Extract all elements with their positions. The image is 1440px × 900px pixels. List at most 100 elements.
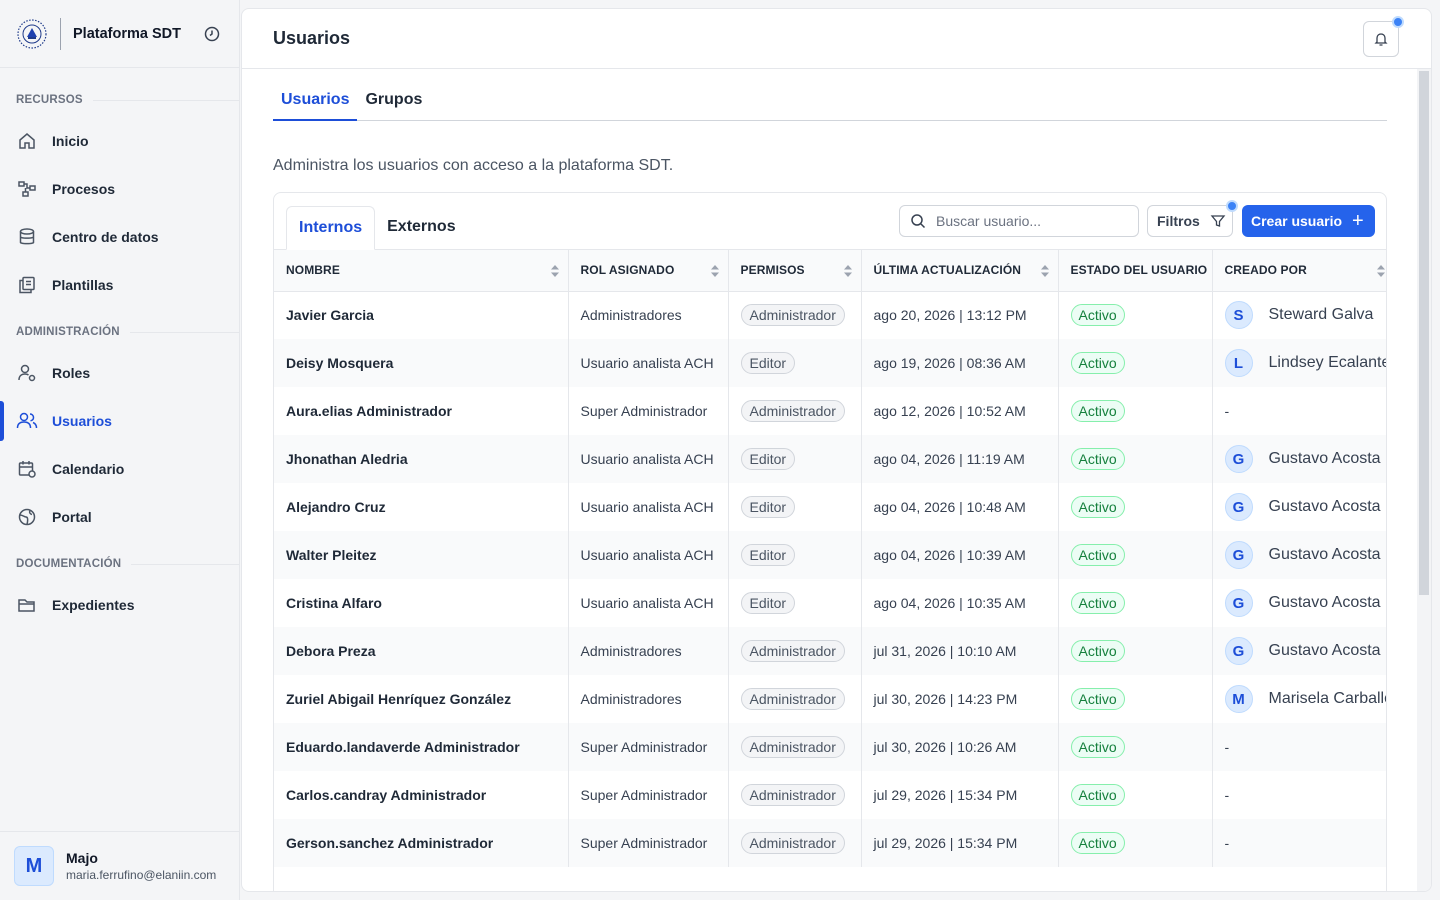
subtab-externos[interactable]: Externos <box>375 205 467 249</box>
permission-cell: Administrador <box>728 771 862 819</box>
user-profile[interactable]: M Majo maria.ferrufino@elaniin.com <box>0 831 240 900</box>
subtabs: Internos Externos Filtros Crear usuario … <box>274 193 1386 250</box>
status-badge: Activo <box>1070 352 1125 374</box>
sidebar-item-roles[interactable]: Roles <box>0 353 240 393</box>
column-header[interactable]: ESTADO DEL USUARIO <box>1058 250 1213 292</box>
notification-dot <box>1392 16 1404 28</box>
table-row[interactable]: Carlos.candray Administrador Super Admini… <box>274 771 1386 819</box>
sidebar-item-label: Portal <box>52 509 92 525</box>
section-label-documentacion: DOCUMENTACIÓN <box>16 558 240 570</box>
sidebar-item-centro-de-datos[interactable]: Centro de datos <box>0 217 240 257</box>
permission-badge: Administrador <box>740 736 845 758</box>
sidebar-item-procesos[interactable]: Procesos <box>0 169 240 209</box>
user-name-cell: Jhonathan Aledria <box>274 435 569 483</box>
creator-name: Gustavo Acosta <box>1268 594 1381 611</box>
permission-badge: Administrador <box>740 784 845 806</box>
sort-icon[interactable] <box>710 264 720 278</box>
column-header[interactable]: ROL ASIGNADO <box>568 250 729 292</box>
column-header[interactable]: ÚLTIMA ACTUALIZACIÓN <box>861 250 1059 292</box>
permission-badge: Administrador <box>740 400 845 422</box>
plus-icon: + <box>1352 210 1364 232</box>
role-cell: Super Administrador <box>568 771 729 819</box>
role-cell: Usuario analista ACH <box>568 435 729 483</box>
user-name-cell: Gerson.sanchez Administrador <box>274 819 569 867</box>
table-row[interactable]: Cristina Alfaro Usuario analista ACH Edito… <box>274 579 1386 627</box>
updated-cell: jul 29, 2026 | 15:34 PM <box>861 771 1059 819</box>
permission-cell: Administrador <box>728 675 862 723</box>
section-label-recursos: RECURSOS <box>16 94 240 106</box>
permission-badge: Editor <box>740 496 796 518</box>
database-icon <box>16 226 38 248</box>
sidebar-item-inicio[interactable]: Inicio <box>0 121 240 161</box>
permission-badge: Editor <box>740 352 796 374</box>
column-header-label: NOMBRE <box>286 263 340 278</box>
table-row[interactable]: Gerson.sanchez Administrador Super Admini… <box>274 819 1386 867</box>
sidebar-item-calendario[interactable]: Calendario <box>0 449 240 489</box>
permission-badge: Administrador <box>740 688 845 710</box>
users-icon <box>16 410 38 432</box>
sidebar-item-label: Inicio <box>52 133 89 149</box>
creator-name: Gustavo Acosta <box>1268 546 1381 563</box>
status-cell: Activo <box>1058 291 1213 339</box>
creator-name: Gustavo Acosta <box>1268 642 1381 659</box>
status-cell: Activo <box>1058 771 1213 819</box>
table-row[interactable]: Zuriel Abigail Henríquez González Adminis… <box>274 675 1386 723</box>
sort-icon[interactable] <box>1040 264 1050 278</box>
permission-cell: Editor <box>728 579 862 627</box>
process-icon <box>16 178 38 200</box>
creator-name: - <box>1224 403 1230 419</box>
table-row[interactable]: Javier Garcia Administradores Administrado… <box>274 291 1386 339</box>
search-box[interactable] <box>899 205 1139 237</box>
creator-name: Gustavo Acosta <box>1268 498 1381 515</box>
tab-grupos[interactable]: Grupos <box>357 87 430 121</box>
table-row[interactable]: Debora Preza Administradores Administrador… <box>274 627 1386 675</box>
sidebar-item-usuarios[interactable]: Usuarios <box>0 401 240 441</box>
role-cell: Usuario analista ACH <box>568 531 729 579</box>
permission-badge: Editor <box>740 592 796 614</box>
sort-icon[interactable] <box>550 264 560 278</box>
table-row[interactable]: Alejandro Cruz Usuario analista ACH Editor… <box>274 483 1386 531</box>
table-row[interactable]: Jhonathan Aledria Usuario analista ACH Edi… <box>274 435 1386 483</box>
table-row[interactable]: Eduardo.landaverde Administrador Super Ad… <box>274 723 1386 771</box>
column-header[interactable]: CREADO POR <box>1212 250 1386 292</box>
permission-cell: Administrador <box>728 291 862 339</box>
column-header-label: ESTADO DEL USUARIO <box>1070 263 1208 278</box>
role-cell: Super Administrador <box>568 819 729 867</box>
column-header[interactable]: NOMBRE <box>274 250 569 292</box>
creator-cell: G Gustavo Acosta <box>1212 531 1386 579</box>
tab-usuarios[interactable]: Usuarios <box>273 87 358 121</box>
search-icon <box>911 214 926 229</box>
status-cell: Activo <box>1058 819 1213 867</box>
filters-button[interactable]: Filtros <box>1147 200 1238 237</box>
sort-icon[interactable] <box>843 264 853 278</box>
column-header[interactable]: PERMISOS <box>728 250 862 292</box>
filter-active-dot <box>1226 200 1238 212</box>
search-input[interactable] <box>936 213 1126 229</box>
updated-cell: jul 29, 2026 | 15:34 PM <box>861 819 1059 867</box>
creator-cell: G Gustavo Acosta <box>1212 435 1386 483</box>
sidebar-item-plantillas[interactable]: Plantillas <box>0 265 240 305</box>
subtab-internos[interactable]: Internos <box>286 206 376 250</box>
sidebar-item-label: Plantillas <box>52 277 114 293</box>
creator-cell: - <box>1212 771 1386 819</box>
history-icon[interactable] <box>203 25 221 43</box>
sidebar-item-portal[interactable]: Portal <box>0 497 240 537</box>
templates-icon <box>16 274 38 296</box>
table-row[interactable]: Walter Pleitez Usuario analista ACH Editor… <box>274 531 1386 579</box>
updated-cell: ago 04, 2026 | 10:48 AM <box>861 483 1059 531</box>
table-row[interactable]: Aura.elias Administrador Super Administra… <box>274 387 1386 435</box>
permission-badge: Editor <box>740 544 796 566</box>
status-cell: Activo <box>1058 339 1213 387</box>
scrollbar[interactable] <box>1417 69 1431 891</box>
notifications-button[interactable] <box>1363 16 1404 57</box>
sidebar-item-expedientes[interactable]: Expedientes <box>0 585 240 625</box>
status-badge: Activo <box>1070 448 1125 470</box>
user-name-cell: Debora Preza <box>274 627 569 675</box>
column-header-label: ROL ASIGNADO <box>580 263 675 278</box>
create-user-button[interactable]: Crear usuario + <box>1242 205 1375 237</box>
creator-name: Gustavo Acosta <box>1268 450 1381 467</box>
permission-badge: Administrador <box>740 832 845 854</box>
permission-cell: Editor <box>728 339 862 387</box>
table-row[interactable]: Deisy Mosquera Usuario analista ACH Editor… <box>274 339 1386 387</box>
sort-icon[interactable] <box>1376 264 1386 278</box>
